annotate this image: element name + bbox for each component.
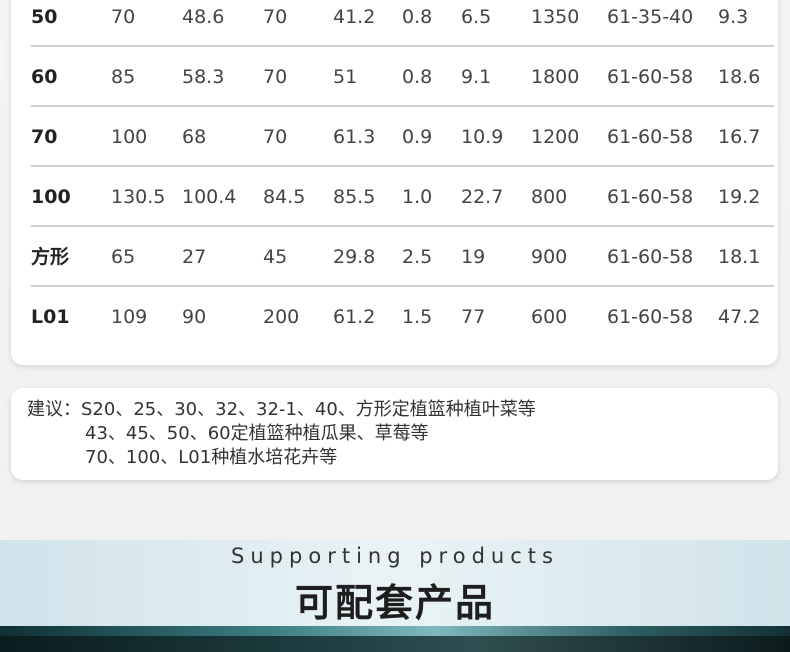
- table-cell: 9.3: [718, 6, 749, 28]
- table-cell: 200: [263, 306, 300, 328]
- table-cell: 18.1: [718, 246, 761, 268]
- table-cell: 29.8: [333, 246, 376, 268]
- table-cell: 61-60-58: [607, 126, 694, 148]
- table-cell: 41.2: [333, 6, 376, 28]
- suggestion-card: 建议：S20、25、30、32、32-1、40、方形定植篮种植叶菜等 43、45…: [11, 388, 778, 480]
- table-cell: 600: [531, 306, 568, 328]
- table-cell: 47.2: [718, 306, 761, 328]
- row-model-cell: 方形: [31, 246, 70, 268]
- table-cell: 16.7: [718, 126, 761, 148]
- table-cell: 10.9: [461, 126, 504, 148]
- table-row: L01 109 90 200 61.2 1.5 77 600 61-60-58 47.2: [31, 287, 774, 347]
- table-cell: 70: [111, 6, 136, 28]
- suggestion-line-3: 70、100、L01种植水培花卉等: [85, 447, 338, 468]
- table-cell: 900: [531, 246, 568, 268]
- table-cell: 48.6: [182, 6, 225, 28]
- table-cell: 61.2: [333, 306, 376, 328]
- table-cell: 1200: [531, 126, 580, 148]
- table-cell: 130.5: [111, 186, 166, 208]
- table-row: 70 100 68 70 61.3 0.9 10.9 1200 61-60-58 16.7: [31, 107, 774, 167]
- table-cell: 85: [111, 66, 136, 88]
- table-row: 100 130.5 100.4 84.5 85.5 1.0 22.7 800 61-60-58 1…: [31, 167, 774, 227]
- table-cell: 70: [263, 126, 288, 148]
- table-cell: 109: [111, 306, 148, 328]
- table-cell: 0.8: [402, 66, 433, 88]
- table-cell: 6.5: [461, 6, 492, 28]
- product-image-shadow: [0, 636, 790, 652]
- table-row: 方形 65 27 45 29.8 2.5 19 900 61-60-58 18.1: [31, 227, 774, 287]
- table-cell: 61-60-58: [607, 66, 694, 88]
- table-cell: 90: [182, 306, 207, 328]
- table-row: 50 70 48.6 70 41.2 0.8 6.5 1350 61-35-40 9.3: [31, 0, 774, 47]
- table-cell: 1350: [531, 6, 580, 28]
- spec-table-card: 50 70 48.6 70 41.2 0.8 6.5 1350 61-35-40 9.3 60 85 5…: [11, 0, 778, 365]
- table-cell: 0.8: [402, 6, 433, 28]
- supporting-products-english-title: Supporting products: [231, 544, 559, 568]
- table-cell: 61-60-58: [607, 306, 694, 328]
- table-row: 60 85 58.3 70 51 0.8 9.1 1800 61-60-58 18.6: [31, 47, 774, 107]
- table-cell: 800: [531, 186, 568, 208]
- table-cell: 61-35-40: [607, 6, 694, 28]
- table-cell: 2.5: [402, 246, 433, 268]
- table-cell: 9.1: [461, 66, 492, 88]
- table-cell: 1.5: [402, 306, 433, 328]
- table-cell: 61-60-58: [607, 246, 694, 268]
- table-cell: 61.3: [333, 126, 376, 148]
- table-cell: 100.4: [182, 186, 237, 208]
- table-cell: 58.3: [182, 66, 225, 88]
- table-cell: 65: [111, 246, 136, 268]
- table-cell: 85.5: [333, 186, 376, 208]
- page: 50 70 48.6 70 41.2 0.8 6.5 1350 61-35-40 9.3 60 85 5…: [0, 0, 790, 652]
- table-cell: 1800: [531, 66, 580, 88]
- supporting-products-chinese-title: 可配套产品: [294, 581, 495, 625]
- row-model-cell: 100: [31, 186, 71, 208]
- row-model-cell: 70: [31, 126, 58, 148]
- table-cell: 27: [182, 246, 207, 268]
- table-cell: 19.2: [718, 186, 761, 208]
- supporting-products-banner: Supporting products 可配套产品: [0, 540, 790, 630]
- table-cell: 51: [333, 66, 358, 88]
- suggestion-line-2: 43、45、50、60定植篮种植瓜果、草莓等: [85, 423, 429, 444]
- table-cell: 84.5: [263, 186, 306, 208]
- table-cell: 22.7: [461, 186, 504, 208]
- row-model-cell: 60: [31, 66, 58, 88]
- table-cell: 77: [461, 306, 486, 328]
- table-cell: 70: [263, 66, 288, 88]
- table-cell: 68: [182, 126, 207, 148]
- table-cell: 45: [263, 246, 288, 268]
- product-image-strip: [0, 626, 790, 652]
- table-cell: 18.6: [718, 66, 761, 88]
- table-cell: 0.9: [402, 126, 433, 148]
- table-cell: 19: [461, 246, 486, 268]
- suggestion-line-1: 建议：S20、25、30、32、32-1、40、方形定植篮种植叶菜等: [27, 399, 536, 420]
- table-cell: 1.0: [402, 186, 433, 208]
- table-cell: 100: [111, 126, 148, 148]
- row-model-cell: L01: [31, 306, 70, 328]
- table-cell: 61-60-58: [607, 186, 694, 208]
- row-model-cell: 50: [31, 6, 58, 28]
- table-cell: 70: [263, 6, 288, 28]
